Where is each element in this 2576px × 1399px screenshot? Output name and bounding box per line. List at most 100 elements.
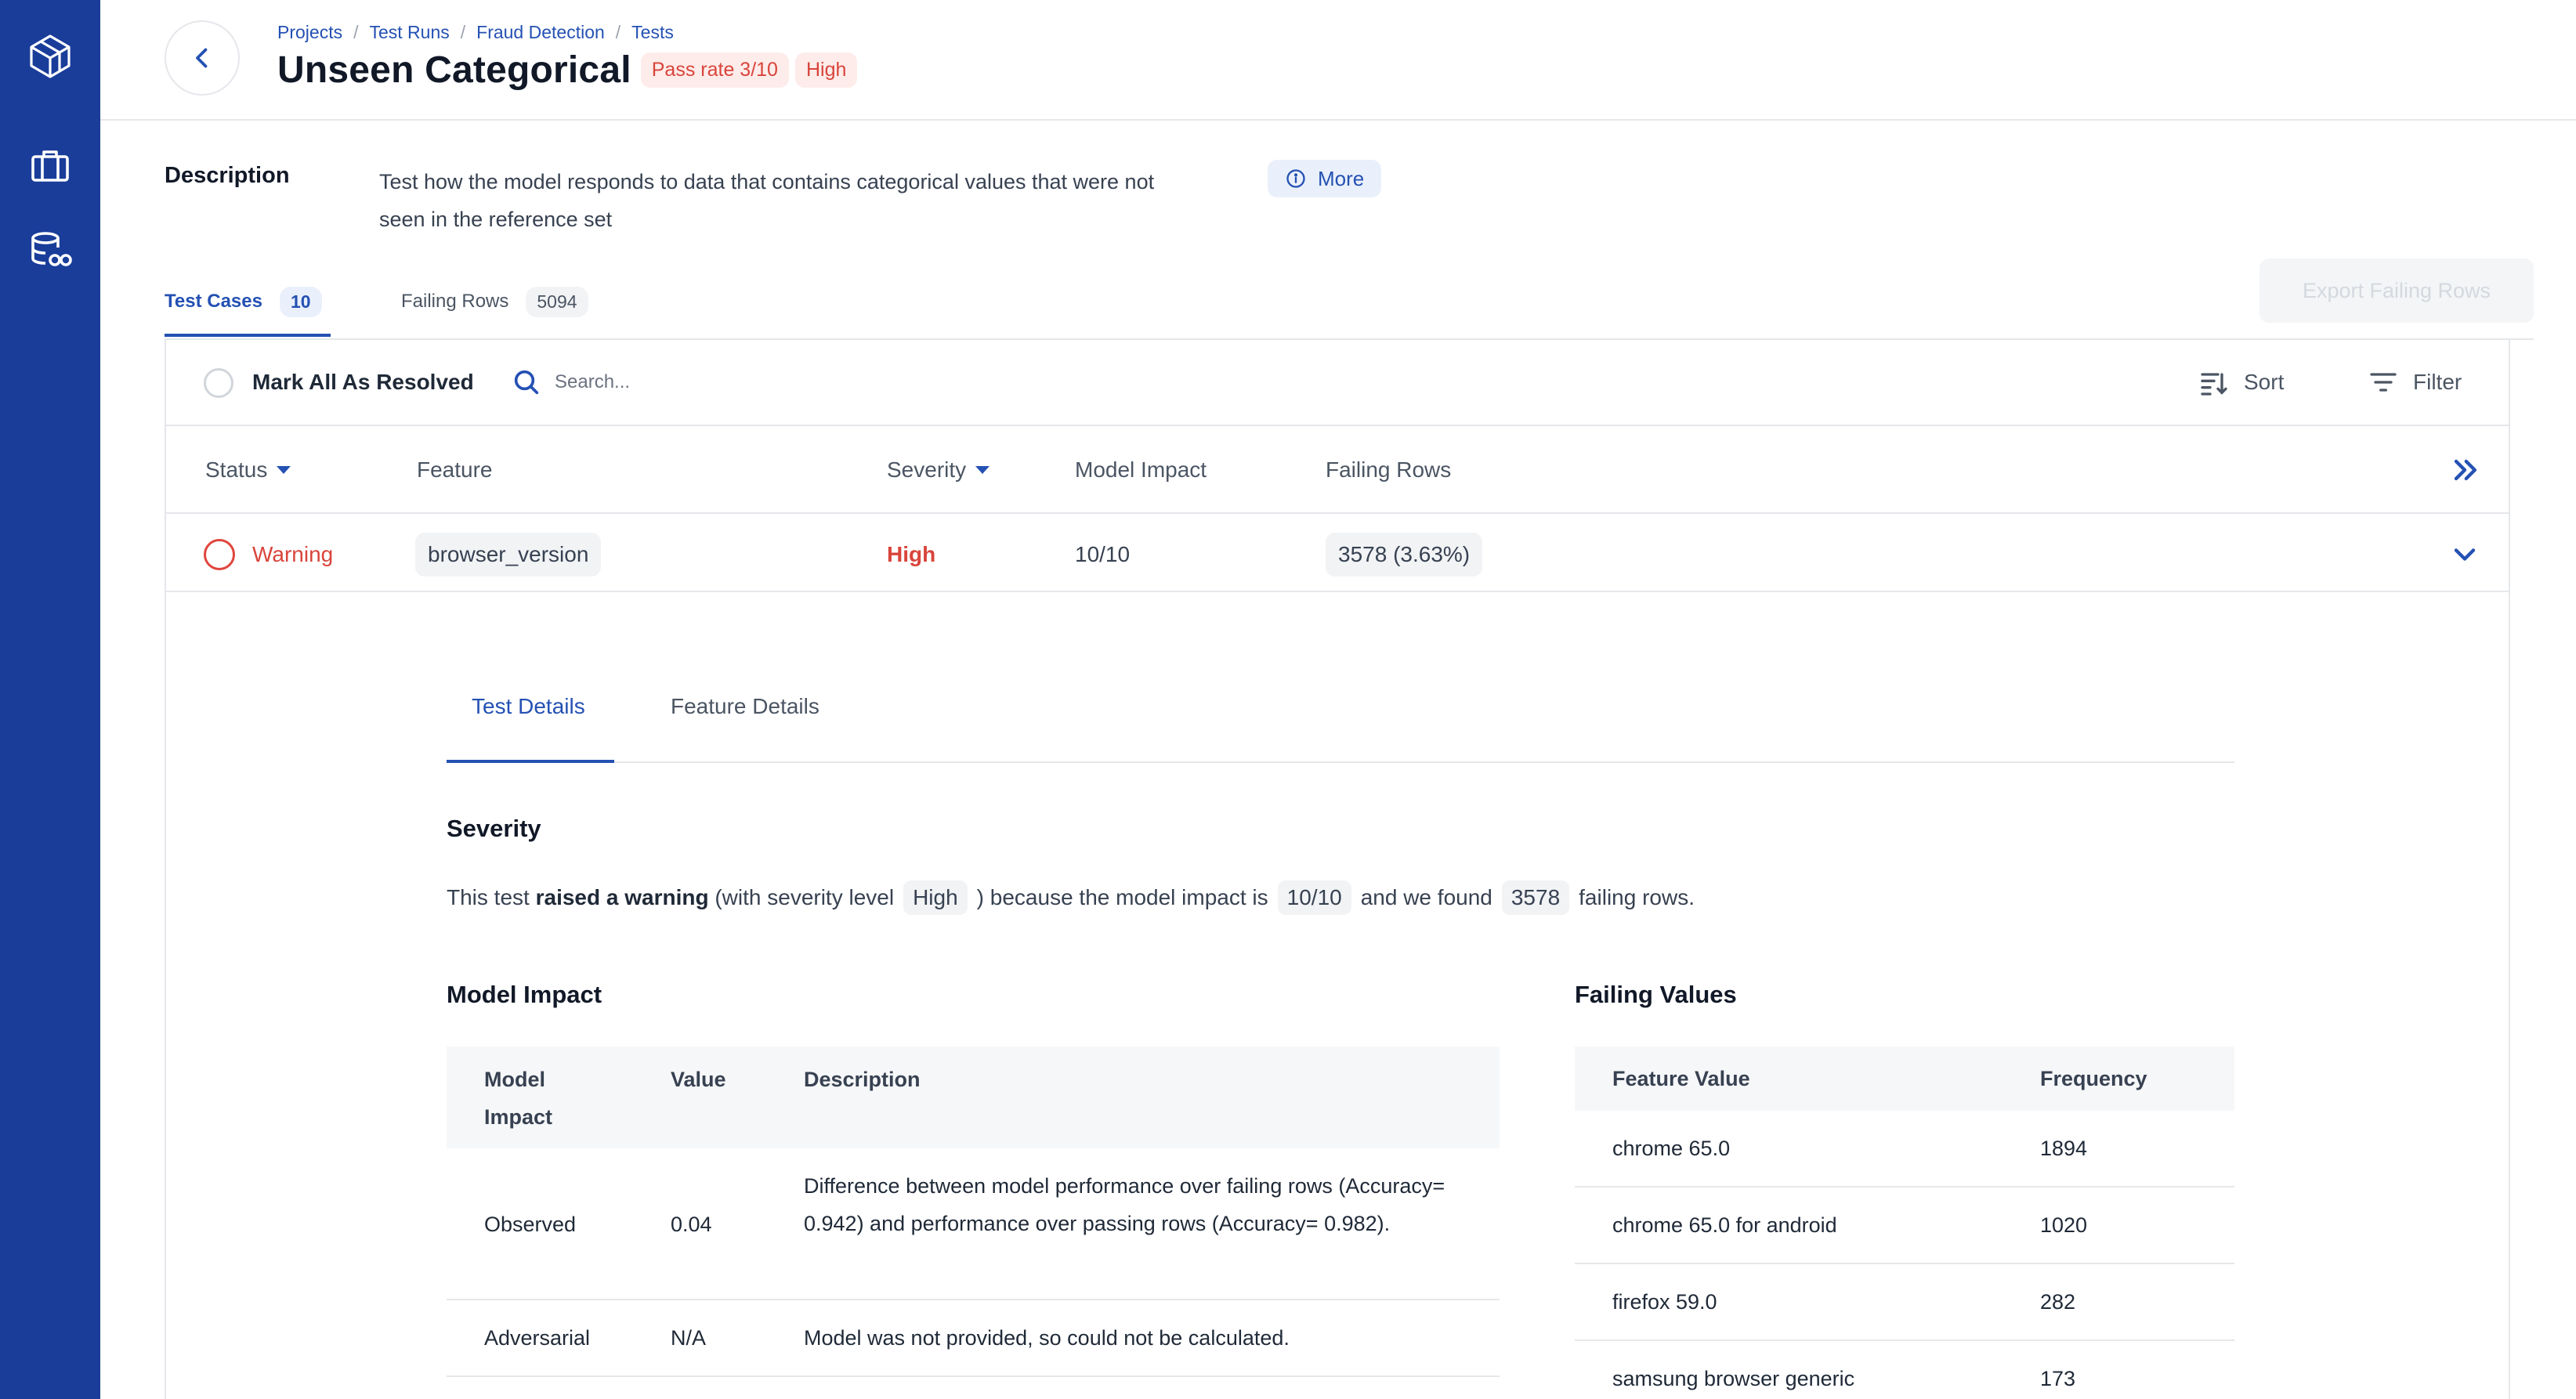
more-label: More [1318, 166, 1365, 190]
table-row: chrome 65.0 1894 [1575, 1111, 2234, 1188]
failing-rows-count-pill: 3578 [1501, 880, 1570, 915]
table-row: chrome 65.0 for android 1020 [1575, 1188, 2234, 1264]
model-impact-heading: Model Impact [447, 981, 602, 1008]
filter-label: Filter [2413, 370, 2462, 394]
detail-tabs: Test Details Feature Details [447, 594, 2288, 1111]
breadcrumb-separator: / [615, 22, 621, 42]
status-text: Warning [252, 542, 334, 566]
table-header: Status Feature Severity Model Impact Fai… [166, 426, 2509, 514]
sentence-text: failing rows. [1579, 885, 1695, 909]
breadcrumb-separator: / [460, 22, 466, 42]
description-heading: Description [165, 163, 290, 188]
search-icon [514, 370, 539, 395]
failing-rows-pill: 3578 (3.63%) [1326, 533, 1483, 577]
header-cell: Feature Value [1612, 1067, 1750, 1090]
header-cell: Frequency [2040, 1067, 2147, 1090]
column-failing-rows: Failing Rows [1326, 457, 1451, 483]
impact-name: Observed [484, 1213, 577, 1236]
active-tab-underline [447, 760, 614, 763]
search-input[interactable] [555, 362, 1025, 403]
column-label: Status [205, 457, 268, 482]
main-tabs: Test Cases 10 Failing Rows 5094 [165, 266, 588, 337]
sentence-text: and we found [1360, 885, 1492, 909]
frequency: 173 [2040, 1367, 2076, 1390]
double-chevron-right-icon[interactable] [2448, 453, 2482, 487]
frequency: 1894 [2040, 1137, 2088, 1160]
impact-value: N/A [671, 1326, 707, 1350]
severity-level-pill: High [903, 880, 968, 915]
row-details: Test Details Feature Details Severity Th… [166, 594, 2509, 1399]
breadcrumb-projects[interactable]: Projects [277, 22, 342, 43]
chevron-left-icon [196, 48, 208, 68]
header-cell: Description [804, 1068, 921, 1091]
feature-value: chrome 65.0 [1612, 1137, 1731, 1160]
sentence-text: ) because the model impact is [976, 885, 1268, 909]
caret-down-icon [277, 466, 291, 474]
breadcrumb-test-runs[interactable]: Test Runs [369, 22, 449, 43]
table-toolbar: Mark All As Resolved Sort Filter [166, 338, 2509, 426]
test-cases-panel: Mark All As Resolved Sort Filter Status … [165, 338, 2510, 1399]
title-row: Unseen Categorical Pass rate 3/10 High [277, 49, 858, 92]
frequency: 282 [2040, 1290, 2076, 1314]
severity-text: High [887, 542, 936, 566]
breadcrumb-separator: / [353, 22, 359, 42]
model-impact-table: Model Impact Value Description Observed … [447, 1047, 1500, 1377]
description-text: Test how the model responds to data that… [379, 170, 1155, 231]
mark-all-radio[interactable] [204, 368, 233, 398]
model-impact-pill: 10/10 [1277, 880, 1351, 915]
impact-value: 0.04 [671, 1213, 712, 1236]
tab-count: 10 [279, 286, 322, 317]
table-row: Observed 0.04 Difference between model p… [447, 1148, 1500, 1300]
tab-feature-details[interactable]: Feature Details [671, 694, 819, 719]
tab-test-cases[interactable]: Test Cases 10 [165, 266, 331, 337]
tab-count: 5094 [526, 286, 588, 317]
failing-values-table: Feature Value Frequency chrome 65.0 1894… [1575, 1047, 2234, 1399]
cube-logo-icon[interactable] [22, 28, 78, 85]
export-failing-rows-button[interactable]: Export Failing Rows [2259, 258, 2534, 323]
feature-value: firefox 59.0 [1612, 1290, 1717, 1314]
page-title: Unseen Categorical [277, 49, 631, 91]
model-impact-text: 10/10 [1075, 542, 1131, 566]
column-status[interactable]: Status [205, 457, 291, 483]
database-link-icon[interactable] [22, 221, 78, 277]
sidebar [0, 0, 100, 1399]
page-header: Projects / Test Runs / Fraud Detection /… [100, 0, 2576, 121]
chevron-down-icon[interactable] [2448, 537, 2482, 572]
mark-all-resolved[interactable]: Mark All As Resolved [252, 370, 474, 395]
severity-sentence: This test raised a warning (with severit… [447, 880, 1695, 915]
breadcrumb-fraud-detection[interactable]: Fraud Detection [476, 22, 605, 43]
tab-label: Failing Rows [401, 291, 509, 312]
column-severity[interactable]: Severity [887, 457, 990, 483]
column-label: Failing Rows [1326, 457, 1452, 482]
header-cell: Value [671, 1068, 726, 1091]
more-button[interactable]: More [1268, 160, 1382, 197]
breadcrumb-tests[interactable]: Tests [631, 22, 674, 43]
back-button[interactable] [165, 20, 240, 96]
sort-button[interactable]: Sort [2198, 362, 2284, 403]
tab-failing-rows[interactable]: Failing Rows 5094 [401, 266, 588, 337]
feature-value: chrome 65.0 for android [1612, 1213, 1837, 1237]
table-row[interactable]: Warning browser_version High 10/10 3578 … [166, 514, 2509, 592]
failing-values-heading: Failing Values [1575, 981, 1737, 1008]
filter-button[interactable]: Filter [2368, 362, 2462, 403]
column-feature: Feature [417, 457, 493, 483]
model-impact-table-header: Model Impact Value Description [447, 1047, 1500, 1148]
sort-label: Sort [2244, 370, 2285, 394]
tab-test-details[interactable]: Test Details [472, 694, 585, 719]
table-row: Adversarial N/A Model was not provided, … [447, 1300, 1500, 1377]
warning-status-icon [204, 539, 235, 570]
feature-pill: browser_version [415, 533, 602, 577]
pass-rate-badge: Pass rate 3/10 [640, 52, 789, 88]
column-label: Severity [887, 457, 967, 482]
frequency: 1020 [2040, 1213, 2088, 1237]
column-label: Feature [417, 457, 493, 482]
briefcase-icon[interactable] [22, 138, 78, 194]
sentence-bold: raised a warning [535, 885, 709, 909]
header-cell: Model Impact [484, 1068, 553, 1129]
detail-tabs-divider [447, 761, 2234, 763]
feature-value: samsung browser generic [1612, 1367, 1855, 1390]
table-row: firefox 59.0 282 [1575, 1264, 2234, 1341]
impact-description: Difference between model performance ove… [804, 1174, 1445, 1235]
sentence-text: This test [447, 885, 530, 909]
impact-name: Adversarial [484, 1326, 591, 1350]
